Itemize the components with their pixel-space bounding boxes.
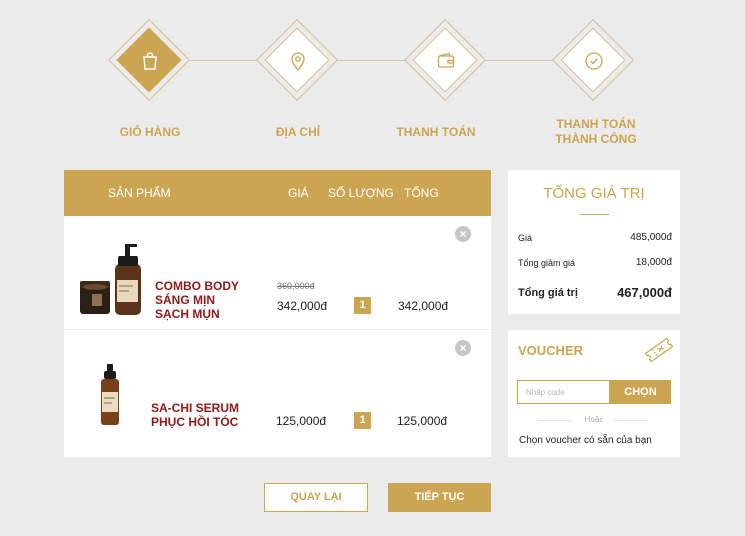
price-label: Giá [518, 233, 533, 243]
step-label-success: THANH TOÁN THÀNH CÔNG [555, 117, 637, 146]
or-text: Hoặc [584, 415, 604, 424]
cart-header: SẢN PHẨM GIÁ SỐ LƯỢNG TỔNG [64, 170, 491, 216]
shopping-bag-icon [143, 52, 157, 70]
header-product: SẢN PHẨM [108, 186, 171, 200]
divider-right [614, 420, 648, 421]
price-value: 485,000đ [630, 232, 672, 243]
choose-voucher-link[interactable]: Chọn voucher có sẵn của bạn [519, 435, 652, 446]
header-total: TỔNG [404, 186, 439, 200]
back-button[interactable]: QUAY LẠI [264, 483, 368, 512]
item-price: 125,000đ [276, 414, 327, 428]
step-label-payment: THANH TOÁN [396, 125, 476, 139]
voucher-code-input[interactable] [517, 380, 610, 404]
cart-row: × COMBO BODY SÁNG MỊN SẠCH MỤN 360,000đ … [64, 216, 491, 330]
summary-title: TỔNG GIÁ TRỊ [543, 185, 645, 202]
order-summary: TỔNG GIÁ TRỊ Giá 485,000đ Tổng giảm giá … [508, 170, 680, 314]
voucher-panel: VOUCHER CHỌN Hoặc Chọn voucher có sẵn củ… [508, 330, 680, 457]
step-label-address: ĐỊA CHỈ [275, 125, 321, 139]
quantity-badge[interactable]: 1 [354, 297, 371, 314]
discount-label: Tổng giảm giá [518, 258, 576, 268]
wallet-icon [437, 52, 455, 68]
total-value: 467,000đ [617, 285, 672, 300]
ticket-icon [644, 337, 674, 363]
header-price: GIÁ [288, 186, 309, 200]
remove-item-button[interactable]: × [455, 340, 471, 356]
item-total: 125,000đ [397, 414, 448, 428]
quantity-badge[interactable]: 1 [354, 412, 371, 429]
step-label-cart: GIỎ HÀNG [119, 125, 181, 139]
continue-button[interactable]: TIẾP TỤC [388, 483, 491, 512]
location-pin-icon [291, 52, 305, 72]
step-address[interactable] [255, 18, 339, 102]
product-name[interactable]: SA-CHI SERUM PHỤC HỒI TÓC [151, 401, 239, 429]
summary-divider [580, 214, 609, 215]
old-price: 360,000đ [277, 281, 315, 291]
voucher-title: VOUCHER [518, 343, 584, 358]
item-total: 342,000đ [398, 299, 449, 313]
cart-table: SẢN PHẨM GIÁ SỐ LƯỢNG TỔNG × COMBO BODY … [64, 170, 491, 457]
product-image [80, 244, 141, 315]
product-image [101, 364, 119, 425]
header-quantity: SỐ LƯỢNG [328, 186, 394, 200]
apply-voucher-button[interactable]: CHỌN [610, 380, 671, 404]
total-label: Tổng giá trị [518, 287, 578, 299]
step-payment[interactable] [403, 18, 487, 102]
cart-row: × SA-CHI SERUM PHỤC HỒI TÓC 125,000đ 1 1… [64, 330, 491, 457]
product-name[interactable]: COMBO BODY SÁNG MỊN SẠCH MỤN [155, 279, 239, 321]
discount-value: 18,000đ [635, 257, 672, 268]
step-cart[interactable] [107, 18, 191, 102]
item-price: 342,000đ [277, 299, 328, 313]
step-success[interactable] [551, 18, 635, 102]
check-circle-icon [585, 52, 603, 70]
remove-item-button[interactable]: × [455, 226, 471, 242]
stepper-line [150, 60, 595, 61]
